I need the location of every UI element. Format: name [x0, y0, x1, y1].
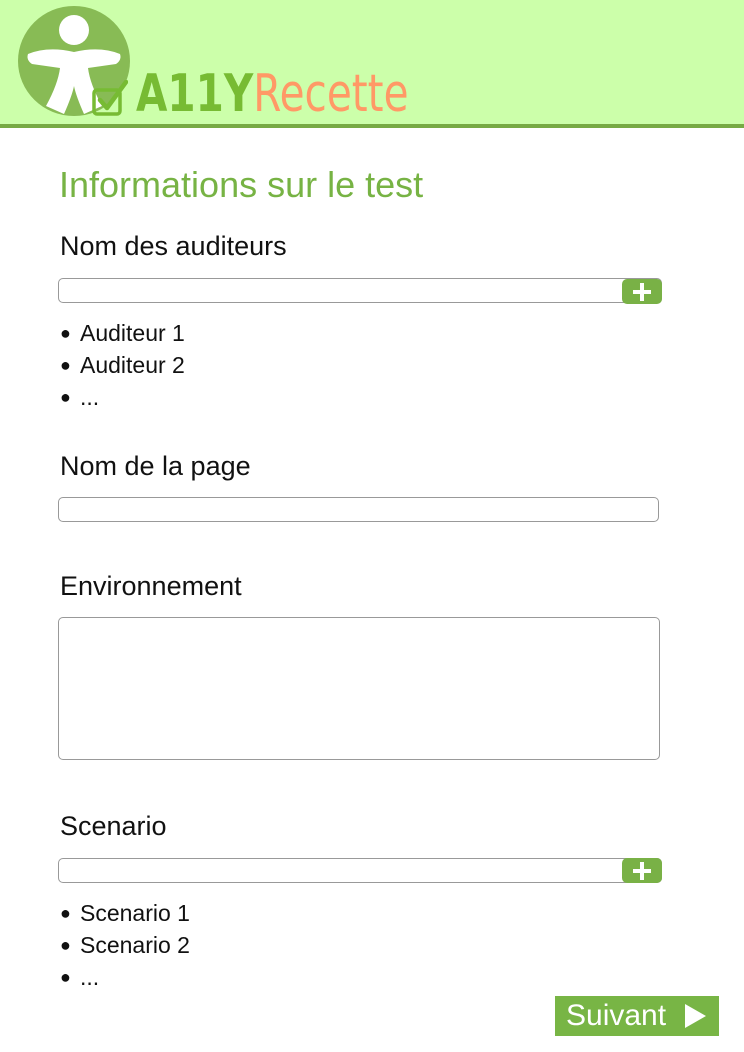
page-name-input[interactable] [58, 497, 659, 522]
list-item: ●... [60, 381, 185, 413]
list-item: ● Scenario 1 [60, 897, 190, 929]
list-item: ●... [60, 961, 190, 993]
scenario-list: ● Scenario 1 ● Scenario 2 ●... [60, 897, 190, 993]
page-name-label: Nom de la page [60, 451, 251, 481]
play-arrow-icon [685, 1004, 706, 1028]
plus-icon [633, 861, 651, 880]
brand-logo-text: A11YRecette [136, 64, 409, 124]
environment-textarea[interactable] [58, 617, 660, 760]
auditors-list: ● Auditeur 1 ● Auditeur 2 ●... [60, 317, 185, 413]
bullet-icon: ● [60, 323, 71, 343]
environment-label: Environnement [60, 571, 242, 601]
next-button-label: Suivant [566, 999, 667, 1032]
plus-icon [633, 282, 651, 301]
checkbox-check-icon [92, 79, 129, 116]
next-button[interactable]: Suivant [555, 996, 719, 1036]
add-auditor-button[interactable] [622, 279, 662, 304]
bullet-icon: ● [60, 355, 71, 375]
list-item: ● Scenario 2 [60, 929, 190, 961]
bullet-icon: ● [60, 967, 71, 987]
brand-a11y: A11Y [136, 64, 254, 124]
bullet-icon: ● [60, 903, 71, 923]
header-banner: A11YRecette [0, 0, 744, 128]
auditors-label: Nom des auditeurs [60, 231, 287, 261]
list-item: ● Auditeur 2 [60, 349, 185, 381]
bullet-icon: ● [60, 387, 71, 407]
page-title: Informations sur le test [59, 164, 424, 205]
auditor-name-input[interactable] [58, 278, 662, 303]
scenario-label: Scenario [60, 811, 167, 841]
scenario-input[interactable] [58, 858, 662, 883]
bullet-icon: ● [60, 935, 71, 955]
brand-recette: Recette [253, 64, 409, 124]
add-scenario-button[interactable] [622, 858, 662, 883]
list-item: ● Auditeur 1 [60, 317, 185, 349]
